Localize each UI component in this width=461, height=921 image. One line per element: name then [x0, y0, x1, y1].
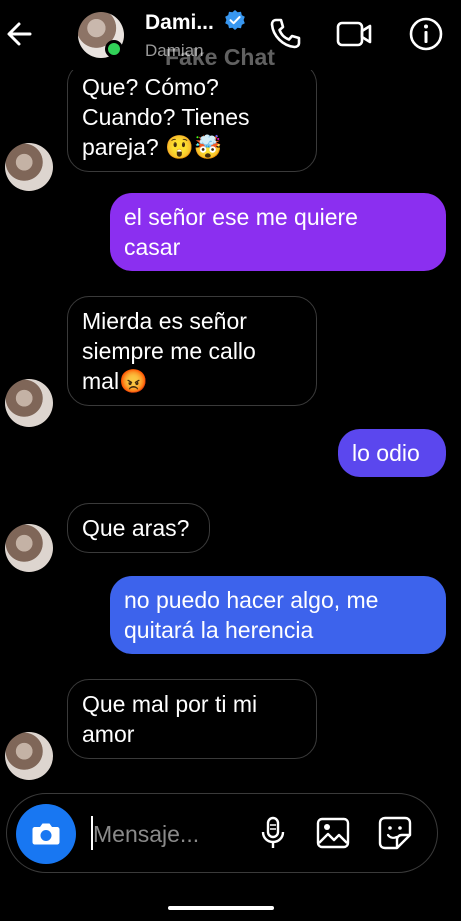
microphone-icon — [261, 816, 285, 848]
incoming-message[interactable]: Que mal por ti mi amor — [67, 679, 317, 759]
incoming-message[interactable]: Que? Cómo? Cuando? Tienes pareja? 😲🤯 — [67, 62, 317, 172]
video-camera-icon — [336, 21, 372, 47]
incoming-message[interactable]: Que aras? — [67, 503, 210, 553]
conversation-info-button[interactable] — [406, 14, 446, 54]
online-status-dot — [105, 40, 123, 58]
home-indicator[interactable] — [168, 906, 274, 910]
sender-avatar[interactable] — [5, 379, 53, 427]
outgoing-message[interactable]: no puedo hacer algo, me quitará la heren… — [110, 576, 446, 654]
sender-avatar[interactable] — [5, 143, 53, 191]
camera-button[interactable] — [16, 804, 76, 864]
video-call-button[interactable] — [334, 14, 374, 54]
camera-icon — [32, 823, 60, 845]
outgoing-message[interactable]: el señor ese me quiere casar — [110, 193, 446, 271]
watermark: Fake Chat — [165, 44, 275, 70]
voice-message-button[interactable] — [253, 813, 293, 853]
sender-avatar[interactable] — [5, 732, 53, 780]
info-icon — [409, 17, 443, 51]
outgoing-message[interactable]: lo odio — [338, 429, 446, 477]
sticker-button[interactable] — [375, 813, 415, 853]
contact-name[interactable]: Dami... — [145, 11, 214, 35]
image-icon — [316, 817, 350, 849]
message-composer — [6, 793, 438, 873]
gallery-button[interactable] — [313, 813, 353, 853]
sender-avatar[interactable] — [5, 524, 53, 572]
incoming-message[interactable]: Mierda es señor siempre me callo mal😡 — [67, 296, 317, 406]
verified-badge-icon — [225, 10, 245, 30]
back-button[interactable] — [4, 16, 36, 52]
sticker-icon — [378, 816, 412, 850]
message-input[interactable] — [93, 816, 243, 852]
arrow-left-icon — [7, 22, 32, 46]
